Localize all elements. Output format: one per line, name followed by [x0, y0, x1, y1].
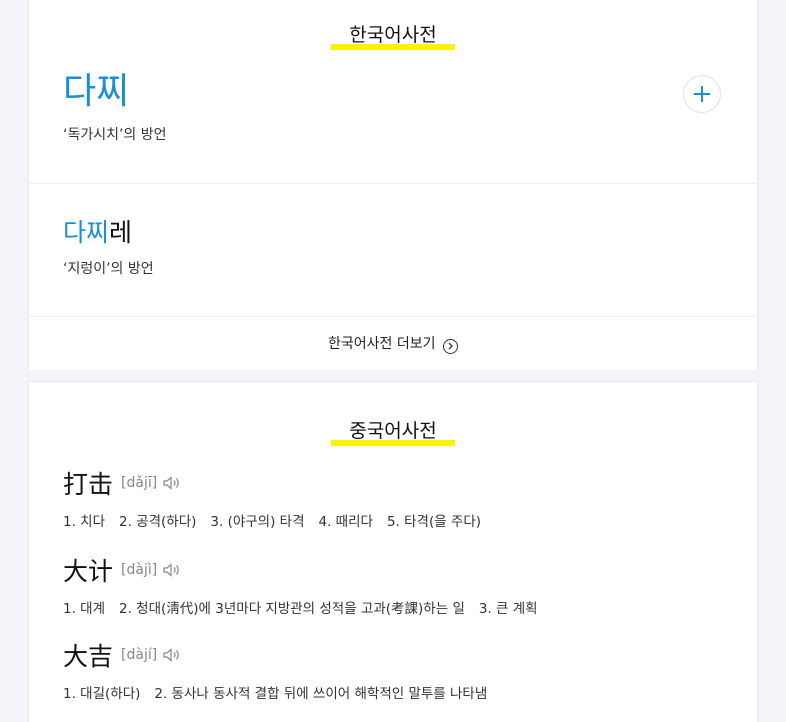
chinese-meanings: 1. 대계 2. 청대(淸代)에 3년마다 지방관의 성적을 고과(考課)하는 일…	[63, 597, 552, 617]
meaning-item: 1. 대계	[63, 601, 106, 617]
meaning-item: 2. 동사나 동사적 결합 뒤에 쓰이어 해학적인 말투를 나타냄	[154, 686, 488, 702]
divider	[29, 316, 757, 317]
entry-definition: ‘지렁이’의 방언	[63, 261, 154, 277]
plus-icon	[694, 86, 710, 102]
entry-word-rest: 레	[109, 218, 133, 247]
entry-word-highlight: 다찌	[63, 71, 130, 112]
korean-dictionary-more-link[interactable]: 한국어사전 더보기	[29, 333, 757, 354]
speaker-icon[interactable]	[163, 476, 181, 490]
meaning-item: 1. 치다	[63, 514, 106, 530]
chinese-entry: 打击 [dǎjī] 1. 치다 2. 공격(하다) 3. (야구의) 타격 4. 때리…	[63, 465, 495, 530]
pinyin: [dǎjī]	[121, 475, 158, 491]
meaning-item: 2. 공격(하다)	[119, 514, 197, 530]
meaning-item: 3. 큰 계획	[478, 601, 538, 617]
chinese-word-link[interactable]: 大计	[63, 552, 113, 588]
entry-word-link[interactable]: 다찌	[63, 70, 129, 114]
meaning-item: 1. 대길(하다)	[63, 686, 141, 702]
chinese-dictionary-card: 중국어사전 打击 [dǎjī] 1. 치다 2. 공격(하다) 3. (야구의) 타…	[28, 381, 758, 722]
pinyin: [dàjì]	[121, 562, 158, 578]
speaker-icon[interactable]	[163, 563, 181, 577]
speaker-icon[interactable]	[163, 648, 181, 662]
chinese-meanings: 1. 대길(하다) 2. 동사나 동사적 결합 뒤에 쓰이어 해학적인 말투를 나…	[63, 682, 501, 702]
meaning-item: 5. 타격(을 주다)	[386, 514, 482, 530]
korean-dictionary-title: 한국어사전	[29, 20, 757, 50]
korean-dictionary-card: 한국어사전 다찌 ‘독가시치’의 방언 다찌레 ‘지렁이’의 방언 한국어사전 …	[28, 0, 758, 370]
divider	[29, 183, 757, 184]
chinese-entry: 大计 [dàjì] 1. 대계 2. 청대(淸代)에 3년마다 지방관의 성적을 …	[63, 552, 552, 617]
pinyin: [dàjí]	[121, 647, 158, 663]
entry-word-link[interactable]: 다찌레	[63, 217, 132, 249]
entry-word-highlight: 다찌	[63, 218, 110, 247]
chinese-word-link[interactable]: 大吉	[63, 637, 113, 673]
chinese-word-link[interactable]: 打击	[63, 465, 113, 501]
more-link-label: 한국어사전 더보기	[328, 336, 436, 352]
entry-definition: ‘독가시치’의 방언	[63, 127, 167, 143]
meaning-item: 3. (야구의) 타격	[210, 514, 305, 530]
chinese-meanings: 1. 치다 2. 공격(하다) 3. (야구의) 타격 4. 때리다 5. 타격(을 주…	[63, 510, 495, 530]
meaning-item: 4. 때리다	[318, 514, 373, 530]
chinese-entry: 大吉 [dàjí] 1. 대길(하다) 2. 동사나 동사적 결합 뒤에 쓰이어 …	[63, 637, 501, 702]
meaning-item: 2. 청대(淸代)에 3년마다 지방관의 성적을 고과(考課)하는 일	[119, 601, 465, 617]
chinese-dictionary-title: 중국어사전	[29, 416, 757, 446]
chevron-right-circle-icon	[442, 338, 458, 354]
add-to-wordbook-button[interactable]	[683, 75, 721, 113]
